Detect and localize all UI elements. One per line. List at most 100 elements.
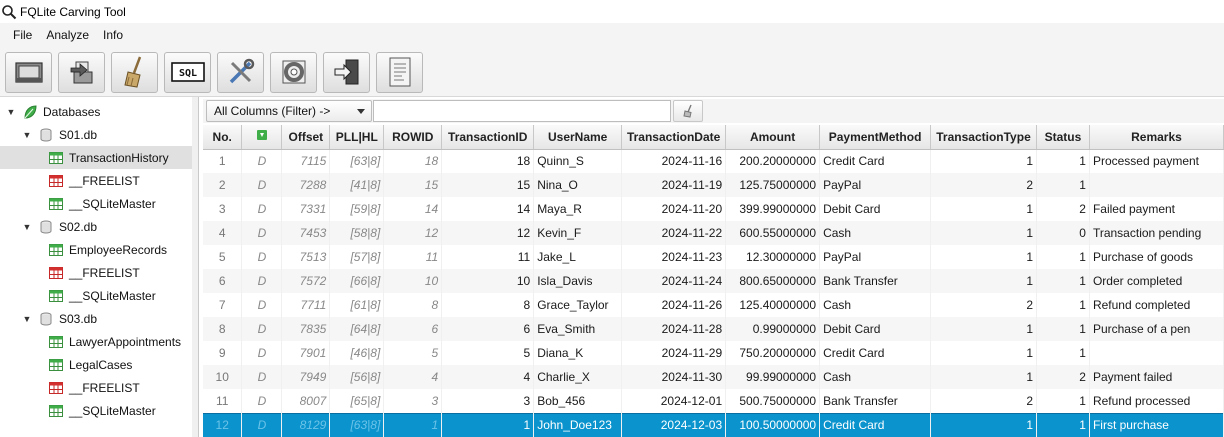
table-row[interactable]: 1 D 7115 [63|8] 18 18 Quinn_S 2024-11-16 200.200…: [203, 149, 1224, 173]
tree-node-table-selected[interactable]: TransactionHistory: [0, 146, 198, 169]
cell-flag: D: [241, 149, 283, 173]
filter-input[interactable]: [373, 100, 671, 122]
expand-arrow-icon[interactable]: ▼: [22, 130, 32, 140]
column-header[interactable]: UserName: [533, 125, 623, 150]
cell-transaction-id: 6: [441, 317, 535, 341]
cell-transaction-date: 2024-12-01: [621, 389, 727, 413]
tree-node-db[interactable]: ▼ S01.db: [22, 123, 98, 146]
log-document-icon: [389, 57, 410, 87]
table-row[interactable]: 8 D 7835 [64|8] 6 6 Eva_Smith 2024-11-28 0.99000…: [203, 317, 1224, 341]
column-header[interactable]: No.: [203, 125, 243, 150]
column-header[interactable]: Status: [1036, 125, 1090, 150]
table-row[interactable]: 5 D 7513 [57|8] 11 11 Jake_L 2024-11-23 12.30000…: [203, 245, 1224, 269]
tree-label: __SQLiteMaster: [69, 196, 156, 211]
table-row[interactable]: 2 D 7288 [41|8] 15 15 Nina_O 2024-11-19 125.7500…: [203, 173, 1224, 197]
broom-icon: [123, 56, 141, 88]
column-header[interactable]: ROWID: [383, 125, 443, 150]
cell-username: Grace_Taylor: [533, 293, 623, 317]
table-row[interactable]: 6 D 7572 [66|8] 10 10 Isla_Davis 2024-11-24 800.…: [203, 269, 1224, 293]
tree-node-db[interactable]: ▼ S02.db: [22, 215, 98, 238]
cell-transaction-id: 10: [441, 269, 535, 293]
cell-payment-method: Credit Card: [819, 149, 932, 173]
cell-transaction-type: 1: [930, 197, 1037, 221]
clear-filter-button[interactable]: [673, 100, 703, 122]
tree-node-freelist[interactable]: __FREELIST: [48, 261, 140, 284]
settings-button[interactable]: [217, 51, 264, 93]
cell-pll-hl: [66|8]: [329, 269, 385, 293]
cell-rowid: 3: [383, 389, 443, 413]
cell-rowid: 10: [383, 269, 443, 293]
clean-button[interactable]: [111, 51, 158, 93]
column-header[interactable]: TransactionType: [930, 125, 1037, 150]
database-cylinder-icon: [38, 219, 54, 235]
sql-analyzer-button[interactable]: SQL: [164, 51, 211, 93]
cell-transaction-date: 2024-11-28: [621, 317, 727, 341]
export-button[interactable]: [58, 51, 105, 93]
toolbar: SQL: [0, 48, 1224, 97]
cell-payment-method: PayPal: [819, 173, 932, 197]
tree-node-table[interactable]: LawyerAppointments: [48, 330, 181, 353]
cell-payment-method: Debit Card: [819, 197, 932, 221]
cell-transaction-id: 5: [441, 341, 535, 365]
table-row-selected[interactable]: 12 D 8129 [63|8] 1 1 John_Doe123 2024-12-03 100.…: [203, 412, 1224, 437]
cell-transaction-date: 2024-11-26: [621, 293, 727, 317]
cell-no: 2: [203, 173, 243, 197]
cell-payment-method: PayPal: [819, 245, 932, 269]
column-header[interactable]: PLL|HL: [329, 125, 385, 150]
cell-amount: 200.20000000: [725, 149, 821, 173]
column-header[interactable]: PaymentMethod: [819, 125, 932, 150]
column-header[interactable]: TransactionDate: [621, 125, 727, 150]
tree-node-table[interactable]: LegalCases: [48, 353, 132, 376]
cell-status: 0: [1036, 221, 1090, 245]
expand-arrow-icon[interactable]: ▼: [6, 107, 16, 117]
table-row[interactable]: 9 D 7901 [46|8] 5 5 Diana_K 2024-11-29 750.20000…: [203, 341, 1224, 365]
table-row[interactable]: 10 D 7949 [56|8] 4 4 Charlie_X 2024-11-30 99.990…: [203, 365, 1224, 389]
tree-node-freelist[interactable]: __FREELIST: [48, 376, 140, 399]
menu-analyze[interactable]: Analyze: [39, 23, 96, 48]
tree-node-db[interactable]: ▼ S03.db: [22, 307, 98, 330]
sql-icon: SQL: [170, 62, 205, 82]
cell-no: 8: [203, 317, 243, 341]
cell-rowid: 6: [383, 317, 443, 341]
tree-node-sqlitemaster[interactable]: __SQLiteMaster: [48, 399, 156, 422]
open-database-button[interactable]: [5, 51, 52, 93]
expand-arrow-icon[interactable]: ▼: [22, 314, 32, 324]
log-button[interactable]: [376, 51, 423, 93]
cell-flag: D: [241, 317, 283, 341]
table-row[interactable]: 11 D 8007 [65|8] 3 3 Bob_456 2024-12-01 500.7500…: [203, 389, 1224, 413]
table-row[interactable]: 4 D 7453 [58|8] 12 12 Kevin_F 2024-11-22 600.550…: [203, 221, 1224, 245]
cell-rowid: 8: [383, 293, 443, 317]
cell-flag: D: [241, 412, 283, 437]
column-header[interactable]: Remarks: [1089, 125, 1224, 150]
column-header-status-icon[interactable]: [241, 125, 283, 150]
menu-file[interactable]: File: [6, 23, 39, 48]
folder-open-icon: [14, 62, 43, 83]
tree-node-table[interactable]: EmployeeRecords: [48, 238, 167, 261]
cell-transaction-date: 2024-11-22: [621, 221, 727, 245]
cell-offset: 7115: [281, 149, 331, 173]
column-header[interactable]: TransactionID: [441, 125, 535, 150]
cell-status: 1: [1036, 173, 1090, 197]
column-filter-select[interactable]: All Columns (Filter) ->: [206, 100, 372, 122]
help-button[interactable]: [270, 51, 317, 93]
tree-node-sqlitemaster[interactable]: __SQLiteMaster: [48, 192, 156, 215]
cell-remarks: [1089, 173, 1224, 197]
table-row[interactable]: 3 D 7331 [59|8] 14 14 Maya_R 2024-11-20 399.9900…: [203, 197, 1224, 221]
column-header[interactable]: Amount: [725, 125, 821, 150]
tools-icon: [229, 58, 254, 84]
sidebar-scrollbar[interactable]: [192, 97, 198, 437]
table-row[interactable]: 7 D 7711 [61|8] 8 8 Grace_Taylor 2024-11-26 125.…: [203, 293, 1224, 317]
expand-arrow-icon[interactable]: ▼: [22, 222, 32, 232]
tree-node-databases[interactable]: ▼ Databases: [6, 100, 101, 123]
cell-offset: 7288: [281, 173, 331, 197]
exit-button[interactable]: [323, 51, 370, 93]
cell-flag: D: [241, 293, 283, 317]
records-table: No. Offset PLL|HL ROWID TransactionID Us…: [203, 125, 1224, 437]
cell-no: 10: [203, 365, 243, 389]
tree-node-sqlitemaster[interactable]: __SQLiteMaster: [48, 284, 156, 307]
tree-node-freelist[interactable]: __FREELIST: [48, 169, 140, 192]
column-header[interactable]: Offset: [281, 125, 331, 150]
cell-amount: 100.50000000: [725, 412, 821, 437]
freelist-table-icon: [48, 380, 64, 396]
menu-info[interactable]: Info: [96, 23, 130, 48]
